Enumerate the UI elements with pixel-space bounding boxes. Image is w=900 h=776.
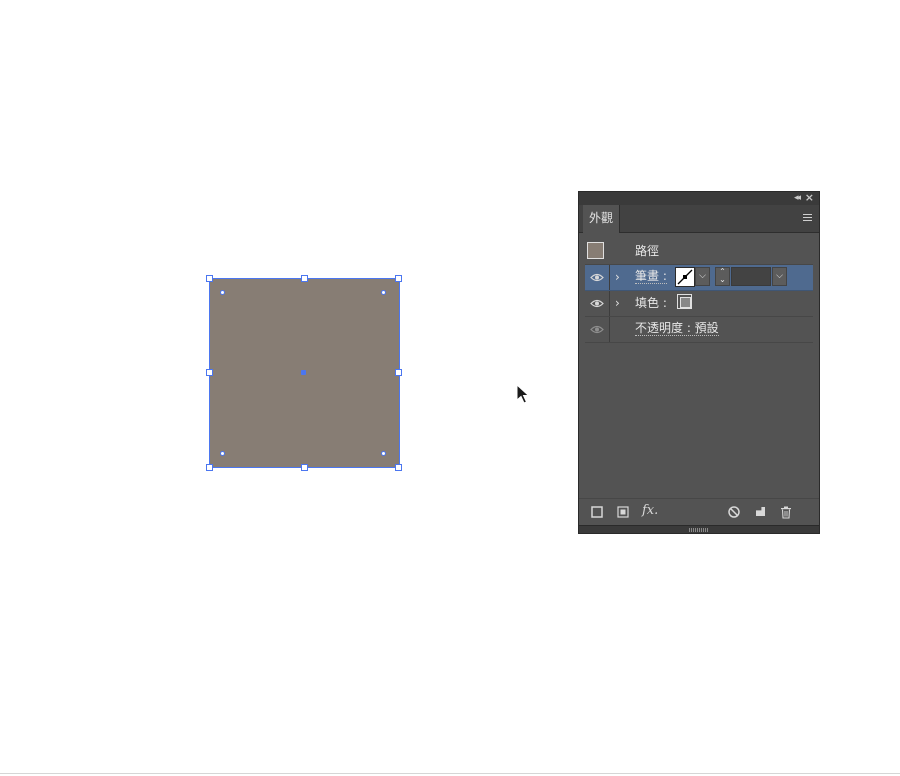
stroke-color-swatch[interactable] [675,267,695,287]
opacity-label[interactable]: 不透明度 : 預設 [635,322,719,336]
clear-appearance-icon[interactable] [727,505,741,519]
stroke-weight-dropdown[interactable]: ⌵ [772,267,787,286]
trash-icon[interactable] [779,505,793,519]
resize-handle-top-right[interactable] [395,275,402,282]
double-chevron-left-icon[interactable]: ◂◂ [794,193,801,204]
row-separator [609,317,610,342]
appearance-row-opacity[interactable]: 不透明度 : 預設 [585,317,813,343]
appearance-row-fill[interactable]: › 填色 : [585,291,813,317]
chevron-down-icon: ⌵ [699,271,706,281]
window-bottom-edge [0,773,900,774]
mouse-pointer-icon [516,384,530,404]
panel-resize-bar[interactable] [579,525,819,533]
panel-tab-bar: 外觀 [579,205,819,233]
add-effect-icon[interactable]: fx. [642,502,658,520]
stroke-weight-stepper[interactable]: ⌃ ⌄ [715,267,730,286]
resize-handle-middle-right[interactable] [395,369,402,376]
resize-handle-bottom-center[interactable] [301,464,308,471]
corner-radius-widget-top-right[interactable] [381,290,386,295]
eye-icon[interactable] [590,325,604,334]
tab-appearance[interactable]: 外觀 [583,205,621,233]
panel-title-bar[interactable]: ◂◂ × [579,192,819,205]
corner-radius-widget-top-left[interactable] [220,290,225,295]
resize-handle-middle-left[interactable] [206,369,213,376]
row-separator [609,291,610,316]
appearance-list: 路徑 › 筆畫 : ⌵ ⌃ ⌄ ⌵ › 填色: 不透明度: 預設 [585,239,813,343]
resize-handle-top-left[interactable] [206,275,213,282]
resize-handle-bottom-left[interactable] [206,464,213,471]
add-new-stroke-icon[interactable] [590,505,604,519]
path-label: 路徑 [635,244,660,258]
corner-radius-widget-bottom-left[interactable] [220,451,225,456]
stroke-weight-input[interactable] [731,267,771,286]
path-thumbnail [587,242,604,259]
corner-radius-widget-bottom-right[interactable] [381,451,386,456]
panel-footer-toolbar: fx. [579,498,819,525]
hamburger-menu-icon[interactable] [803,214,812,221]
appearance-row-path[interactable]: 路徑 [585,239,813,265]
fill-label: 填色 : [635,296,667,310]
eye-icon[interactable] [590,273,604,282]
chevron-right-icon[interactable]: › [615,270,620,284]
chevron-down-icon: ⌵ [776,271,783,281]
resize-grip-icon[interactable] [689,528,709,532]
resize-handle-bottom-right[interactable] [395,464,402,471]
center-point [301,370,306,375]
resize-handle-top-center[interactable] [301,275,308,282]
stroke-color-dropdown[interactable]: ⌵ [695,267,710,286]
duplicate-item-icon[interactable] [753,505,767,519]
chevron-down-icon[interactable]: ⌄ [719,275,726,284]
fill-color-swatch[interactable] [677,294,692,309]
appearance-row-stroke[interactable]: › 筆畫 : ⌵ ⌃ ⌄ ⌵ [585,265,813,291]
chevron-right-icon[interactable]: › [615,296,620,310]
close-icon[interactable]: × [805,192,814,204]
stroke-label[interactable]: 筆畫 : [635,270,667,284]
appearance-panel: ◂◂ × 外觀 路徑 › 筆畫 : ⌵ ⌃ ⌄ ⌵ › 填色: 不透明度: … [578,191,820,534]
row-separator [609,265,610,290]
no-stroke-icon [677,269,693,285]
add-new-fill-icon[interactable] [616,505,630,519]
eye-icon[interactable] [590,299,604,308]
